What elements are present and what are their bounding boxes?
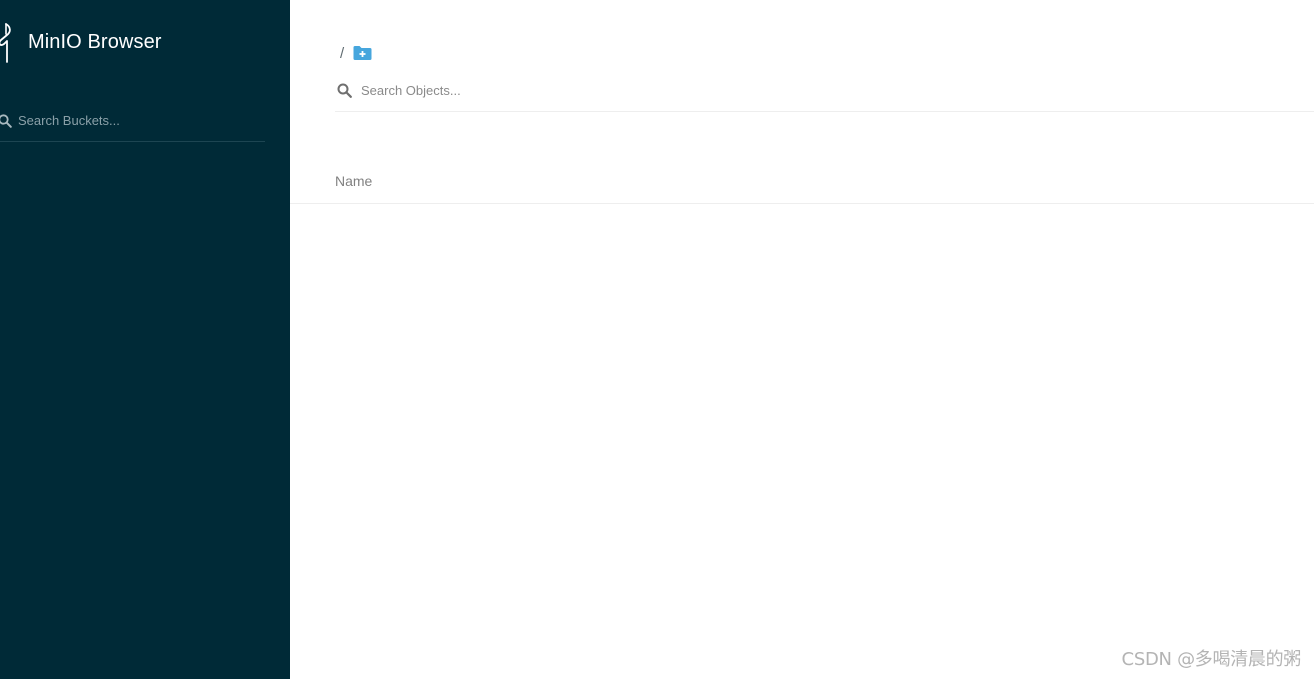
main-panel: / Name CSDN @多喝清晨的粥 xyxy=(290,0,1314,679)
watermark: CSDN @多喝清晨的粥 xyxy=(1121,649,1302,670)
minio-logo-icon xyxy=(0,23,11,63)
object-search xyxy=(335,80,1314,112)
logo-row: MinIO Browser xyxy=(0,20,162,64)
folder-plus-icon[interactable] xyxy=(352,45,373,61)
app-title: MinIO Browser xyxy=(28,30,162,53)
column-header-name[interactable]: Name xyxy=(335,173,372,189)
objects-table-header: Name xyxy=(290,160,1314,204)
search-buckets-input[interactable] xyxy=(18,113,248,128)
breadcrumb-root[interactable]: / xyxy=(340,45,344,62)
sidebar: MinIO Browser xyxy=(0,0,290,679)
app-window: MinIO Browser / Nam xyxy=(0,0,1314,679)
bucket-search xyxy=(0,108,265,142)
search-icon xyxy=(0,114,12,128)
search-objects-input[interactable] xyxy=(361,83,861,98)
breadcrumb: / xyxy=(340,42,373,64)
search-icon xyxy=(337,83,352,98)
